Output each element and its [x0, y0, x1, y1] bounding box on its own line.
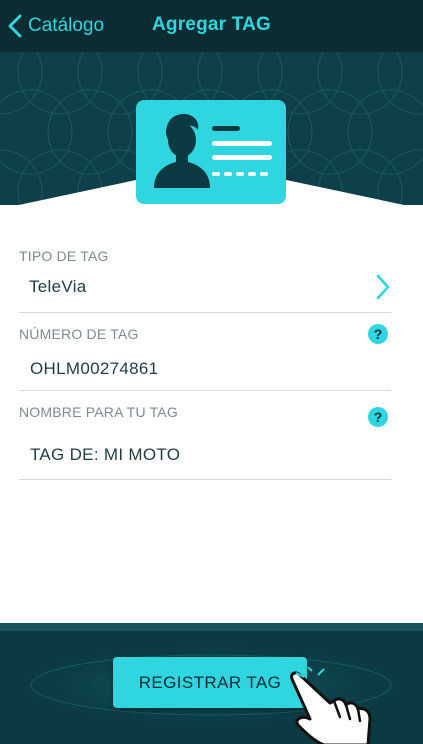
tag-name-label: NOMBRE PARA TU TAG: [19, 404, 178, 420]
id-card-icon: [136, 100, 286, 204]
pointing-hand-icon: [290, 667, 372, 744]
tag-type-value[interactable]: TeleVia: [29, 277, 87, 297]
tag-name-field[interactable]: NOMBRE PARA TU TAG ? TAG DE: MI MOTO: [19, 391, 391, 480]
tag-type-label: TIPO DE TAG: [19, 248, 109, 264]
bottom-action-bar: REGISTRAR TAG: [0, 623, 423, 744]
register-tag-button[interactable]: REGISTRAR TAG: [113, 657, 307, 708]
page-title: Agregar TAG: [151, 14, 272, 35]
chevron-right-icon[interactable]: [375, 273, 391, 301]
tag-number-input[interactable]: OHLM00274861: [30, 359, 158, 379]
tag-type-field[interactable]: TIPO DE TAG TeleVia: [19, 239, 391, 313]
tag-number-field[interactable]: NÚMERO DE TAG ? OHLM00274861: [19, 313, 391, 391]
help-icon[interactable]: ?: [368, 324, 388, 344]
tag-form: TIPO DE TAG TeleVia NÚMERO DE TAG ? OHLM…: [0, 205, 423, 623]
navigation-bar: Catálogo Agregar TAG: [0, 0, 423, 52]
help-icon[interactable]: ?: [368, 407, 388, 427]
tag-name-input[interactable]: TAG DE: MI MOTO: [30, 445, 180, 465]
tag-number-label: NÚMERO DE TAG: [19, 326, 139, 342]
